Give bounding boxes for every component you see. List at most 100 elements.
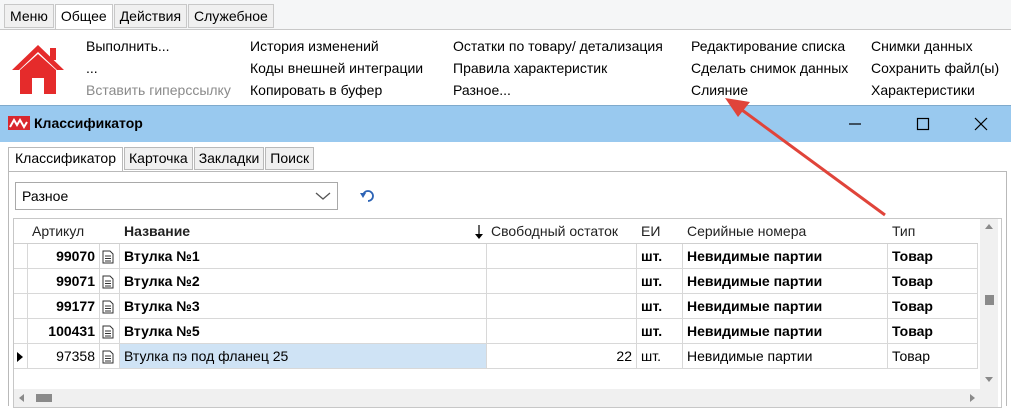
maximize-icon	[916, 117, 930, 131]
document-icon	[102, 300, 114, 314]
col-header-unit[interactable]: ЕИ	[637, 219, 683, 244]
col-header-name-label: Название	[124, 223, 191, 239]
row-indicator-header	[14, 219, 28, 244]
cell-name-selected[interactable]: Втулка пэ под фланец 25	[120, 344, 487, 369]
document-icon	[102, 350, 114, 364]
cell-stock	[487, 294, 637, 319]
row-indicator	[14, 244, 28, 269]
integration-codes-command[interactable]: Коды внешней интеграции	[250, 57, 423, 79]
title-bar[interactable]: Классификатор	[0, 106, 1011, 142]
cell-type: Товар	[888, 344, 978, 369]
col-header-type[interactable]: Тип	[888, 219, 978, 244]
table-row[interactable]: 99071 Втулка №2 шт. Невидимые партии Тов…	[14, 269, 978, 294]
ellipsis-command[interactable]: ...	[86, 57, 231, 79]
undo-icon[interactable]	[360, 188, 376, 202]
data-snapshots-command[interactable]: Снимки данных	[871, 35, 999, 57]
cell-serial: Невидимые партии	[683, 344, 888, 369]
document-icon	[102, 250, 114, 264]
cell-doc	[100, 269, 120, 294]
cell-article: 100431	[28, 319, 100, 344]
col-header-stock[interactable]: Свободный остаток	[487, 219, 637, 244]
cell-stock	[487, 244, 637, 269]
ribbon-group-1: Выполнить... ... Вставить гиперссылку	[86, 35, 231, 101]
table-row[interactable]: 99177 Втулка №3 шт. Невидимые партии Тов…	[14, 294, 978, 319]
row-indicator	[14, 319, 28, 344]
classifier-window: Классификатор Классификатор Карточка Зак…	[0, 105, 1011, 408]
scroll-corner	[980, 389, 998, 407]
table-row[interactable]: 100431 Втулка №5 шт. Невидимые партии То…	[14, 319, 978, 344]
row-indicator	[14, 269, 28, 294]
cell-name: Втулка №3	[120, 294, 487, 319]
ribbon-body: Выполнить... ... Вставить гиперссылку Ис…	[0, 29, 1011, 104]
cell-article: 99177	[28, 294, 100, 319]
tab-card[interactable]: Карточка	[124, 147, 193, 170]
app-logo-icon	[8, 116, 30, 130]
window-tabs: Классификатор Карточка Закладки Поиск	[8, 147, 315, 172]
cell-unit: шт.	[637, 269, 683, 294]
row-indicator	[14, 344, 28, 369]
misc-command[interactable]: Разное...	[453, 79, 663, 101]
horizontal-scrollbar[interactable]	[14, 389, 980, 407]
tab-search[interactable]: Поиск	[265, 147, 315, 170]
close-icon	[974, 117, 988, 131]
vertical-scrollbar[interactable]	[980, 219, 998, 389]
table-row-current[interactable]: 97358 Втулка пэ под фланец 25 22 шт. Нев…	[14, 344, 978, 369]
cell-type: Товар	[888, 319, 978, 344]
minimize-icon	[849, 123, 861, 125]
characteristic-rules-command[interactable]: Правила характеристик	[453, 57, 663, 79]
change-history-command[interactable]: История изменений	[250, 35, 423, 57]
take-snapshot-command[interactable]: Сделать снимок данных	[691, 57, 848, 79]
cell-name: Втулка №5	[120, 319, 487, 344]
close-button[interactable]	[958, 106, 1004, 142]
insert-hyperlink-command[interactable]: Вставить гиперссылку	[86, 79, 231, 101]
sort-desc-icon	[475, 225, 483, 239]
ribbon-tab-service[interactable]: Служебное	[188, 4, 274, 28]
category-select[interactable]: Разное	[15, 182, 338, 210]
maximize-button[interactable]	[900, 106, 946, 142]
category-select-value: Разное	[22, 188, 69, 204]
minimize-button[interactable]	[832, 106, 878, 142]
document-icon	[102, 325, 114, 339]
items-grid: Артикул Название Свободный остаток ЕИ Се…	[13, 218, 1002, 408]
ribbon-group-3: Остатки по товару/ детализация Правила х…	[453, 35, 663, 101]
cell-doc	[100, 344, 120, 369]
cell-name: Втулка №2	[120, 269, 487, 294]
cell-unit: шт.	[637, 344, 683, 369]
col-header-article[interactable]: Артикул	[28, 219, 100, 244]
cell-type: Товар	[888, 294, 978, 319]
ribbon-tab-menu[interactable]: Меню	[4, 4, 54, 28]
document-icon	[102, 275, 114, 289]
cell-stock	[487, 319, 637, 344]
copy-to-buffer-command[interactable]: Копировать в буфер	[250, 79, 423, 101]
save-files-command[interactable]: Сохранить файл(ы)	[871, 57, 999, 79]
run-command[interactable]: Выполнить...	[86, 35, 231, 57]
stock-details-command[interactable]: Остатки по товару/ детализация	[453, 35, 663, 57]
col-header-serial[interactable]: Серийные номера	[683, 219, 888, 244]
tab-classifier[interactable]: Классификатор	[8, 147, 124, 172]
table-row[interactable]: 99070 Втулка №1 шт. Невидимые партии Тов…	[14, 244, 978, 269]
cell-doc	[100, 319, 120, 344]
tab-bookmarks[interactable]: Закладки	[193, 147, 265, 170]
cell-serial: Невидимые партии	[683, 294, 888, 319]
col-header-doc	[100, 219, 120, 244]
cell-name: Втулка №1	[120, 244, 487, 269]
col-header-name[interactable]: Название	[120, 219, 487, 244]
classifier-panel: Разное Артикул Название Свободный остато…	[8, 171, 1007, 408]
ribbon-tab-general[interactable]: Общее	[54, 4, 113, 31]
characteristics-command[interactable]: Характеристики	[871, 79, 999, 101]
window-title: Классификатор	[34, 115, 143, 131]
cell-unit: шт.	[637, 244, 683, 269]
ribbon-tab-actions[interactable]: Действия	[113, 4, 188, 28]
home-icon[interactable]	[10, 42, 66, 96]
grid-header-row: Артикул Название Свободный остаток ЕИ Се…	[14, 219, 978, 244]
horizontal-scrollbar-art	[19, 394, 975, 402]
cell-serial: Невидимые партии	[683, 244, 888, 269]
merge-command[interactable]: Слияние	[691, 79, 848, 101]
cell-article: 97358	[28, 344, 100, 369]
cell-serial: Невидимые партии	[683, 319, 888, 344]
cell-article: 99071	[28, 269, 100, 294]
cell-doc	[100, 244, 120, 269]
edit-list-command[interactable]: Редактирование списка	[691, 35, 848, 57]
cell-serial: Невидимые партии	[683, 269, 888, 294]
cell-unit: шт.	[637, 294, 683, 319]
